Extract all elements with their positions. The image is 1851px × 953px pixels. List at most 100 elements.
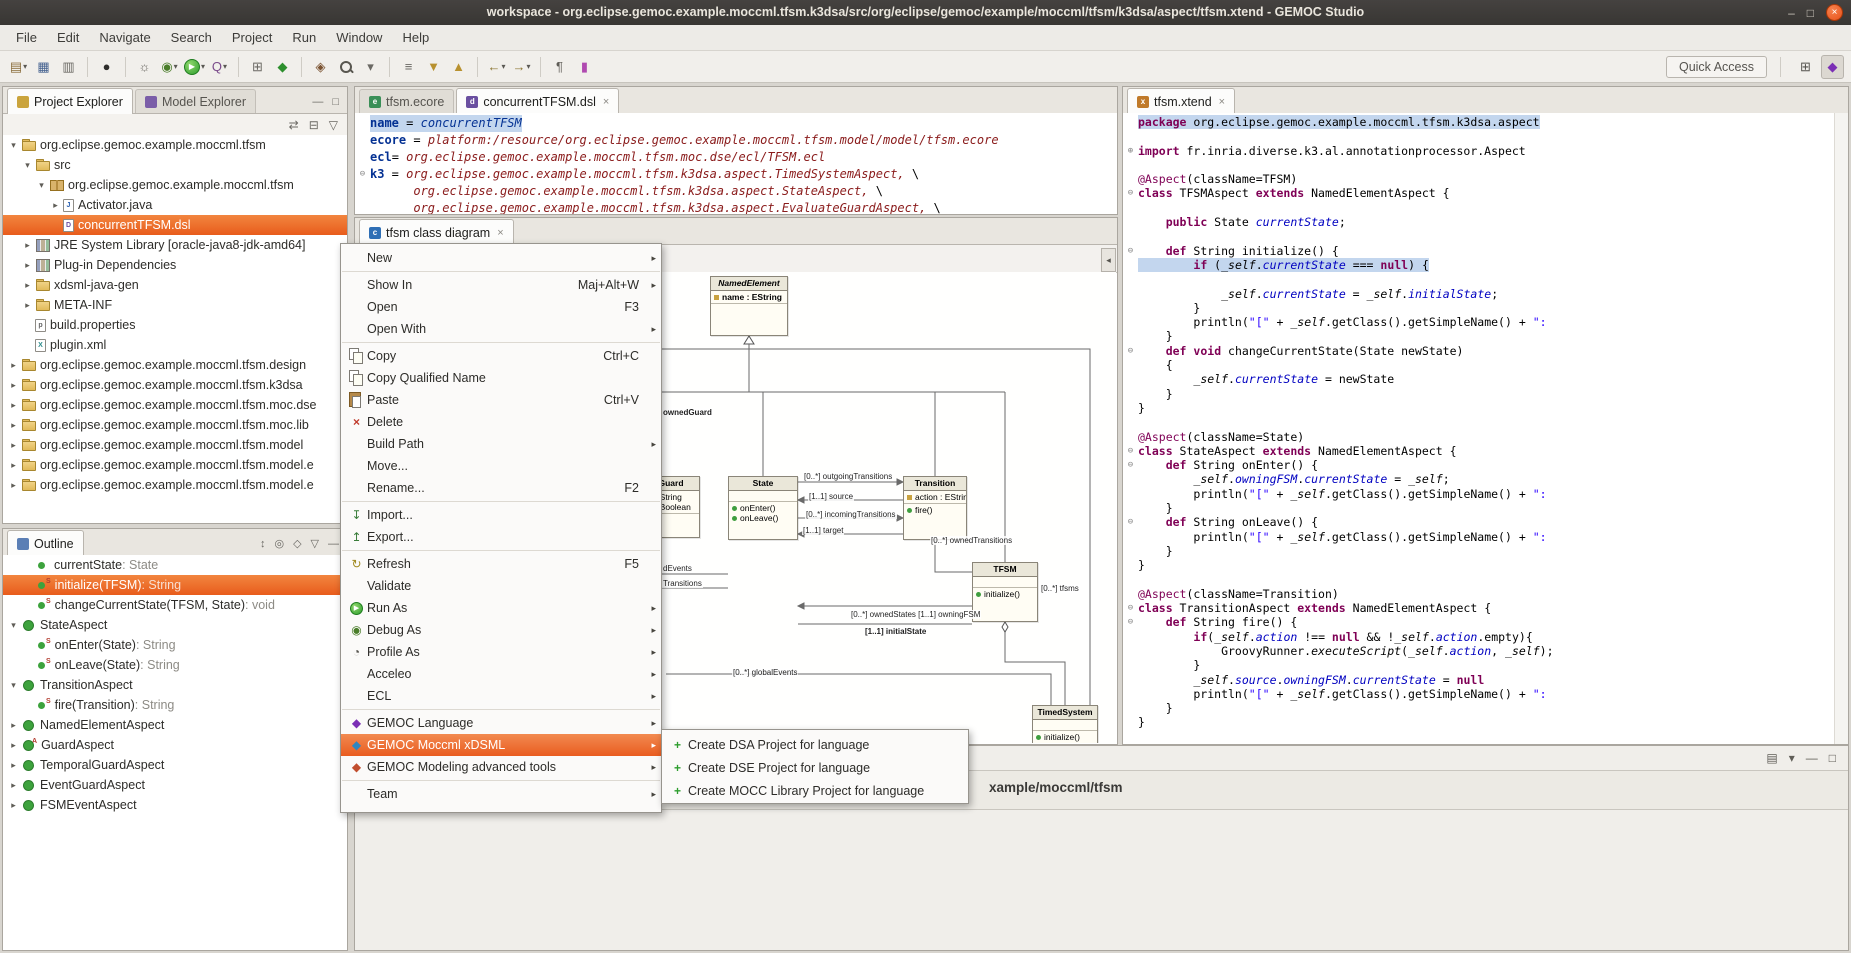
tree-item-org-eclipse-gemoc-example-moccml-tfsm-design[interactable]: ▸org.eclipse.gemoc.example.moccml.tfsm.d…	[3, 355, 347, 375]
hide-fields-icon[interactable]: ◎	[274, 537, 284, 550]
tab-tfsm-class-diagram[interactable]: ctfsm class diagram×	[359, 219, 514, 245]
menubar-item-navigate[interactable]: Navigate	[89, 25, 160, 50]
fold-minus-icon[interactable]: ⊖	[1123, 458, 1138, 472]
view-menu-icon[interactable]: ▽	[329, 118, 338, 132]
fold-minus-icon[interactable]: ⊖	[1123, 601, 1138, 615]
twistie-icon[interactable]: ▸	[21, 280, 34, 291]
tree-item-activator-java[interactable]: ▸JActivator.java	[3, 195, 347, 215]
menu-item-show-in[interactable]: Show InMaj+Alt+W▸	[341, 274, 661, 296]
tree-item-org-eclipse-gemoc-example-moccml-tfsm[interactable]: ▾org.eclipse.gemoc.example.moccml.tfsm	[3, 135, 347, 155]
new-java-project-button[interactable]: ⊞	[246, 55, 269, 79]
window-minimize-icon[interactable]: –	[1788, 4, 1795, 22]
project-explorer-tree[interactable]: ▾org.eclipse.gemoc.example.moccml.tfsm▾s…	[3, 135, 347, 523]
close-icon[interactable]: ×	[497, 227, 503, 239]
forward-button[interactable]: →▾	[510, 55, 533, 79]
twistie-icon[interactable]: ▾	[7, 680, 20, 691]
menu-item-open[interactable]: OpenF3	[341, 296, 661, 318]
tab-outline[interactable]: Outline	[7, 530, 84, 556]
twistie-icon[interactable]: ▸	[7, 400, 20, 411]
menu-item-gemoc-language[interactable]: ◆GEMOC Language▸	[341, 712, 661, 734]
outline-item-guardaspect[interactable]: ▸AGuardAspect	[3, 735, 347, 755]
menu-item-create-dse-project-for-language[interactable]: +Create DSE Project for language	[662, 756, 968, 779]
menubar-item-edit[interactable]: Edit	[47, 25, 89, 50]
menubar-item-window[interactable]: Window	[326, 25, 392, 50]
menu-item-build-path[interactable]: Build Path▸	[341, 433, 661, 455]
collapse-all-icon[interactable]: ⊟	[309, 118, 319, 132]
outline-item-fire-transition[interactable]: Sfire(Transition) : String	[3, 695, 347, 715]
tree-item-plugin-xml[interactable]: Xplugin.xml	[3, 335, 347, 355]
twistie-icon[interactable]: ▸	[7, 800, 20, 811]
bottom-doc-icon[interactable]: ▤	[1766, 751, 1777, 765]
node-namedelement[interactable]: NamedElementname : EString	[710, 276, 788, 336]
tab-tfsm-ecore[interactable]: etfsm.ecore	[359, 89, 454, 113]
twistie-icon[interactable]: ▾	[7, 140, 20, 151]
close-icon[interactable]: ×	[603, 96, 609, 108]
fold-minus-icon[interactable]: ⊖	[1123, 344, 1138, 358]
debug-button[interactable]: ◉▾	[158, 55, 181, 79]
hide-static-icon[interactable]: ◇	[293, 537, 301, 550]
gemoc-perspective-button[interactable]: ◆	[1821, 55, 1844, 79]
twistie-icon[interactable]: ▸	[7, 760, 20, 771]
twistie-icon[interactable]: ▸	[21, 300, 34, 311]
outline-item-fsmeventaspect[interactable]: ▸FSMEventAspect	[3, 795, 347, 815]
outline-item-changecurrentstate-tfsm-state[interactable]: SchangeCurrentState(TFSM, State) : void	[3, 595, 347, 615]
menu-item-rename[interactable]: Rename...F2	[341, 477, 661, 499]
twistie-icon[interactable]: ▸	[7, 360, 20, 371]
outline-item-currentstate[interactable]: currentState : State	[3, 555, 347, 575]
menubar-item-file[interactable]: File	[6, 25, 47, 50]
palette-toggle-icon[interactable]: ◂	[1101, 248, 1116, 272]
twistie-icon[interactable]: ▾	[7, 620, 20, 631]
menu-item-ecl[interactable]: ECL▸	[341, 685, 661, 707]
back-button[interactable]: ←▾	[485, 55, 508, 79]
menu-item-create-dsa-project-for-language[interactable]: +Create DSA Project for language	[662, 733, 968, 756]
tree-item-org-eclipse-gemoc-example-moccml-tfsm[interactable]: ▾org.eclipse.gemoc.example.moccml.tfsm	[3, 175, 347, 195]
menu-item-open-with[interactable]: Open With▸	[341, 318, 661, 340]
previous-annotation-button[interactable]: ▲	[447, 55, 470, 79]
tab-project-explorer[interactable]: Project Explorer	[7, 88, 133, 114]
xtend-editor[interactable]: package org.eclipse.gemoc.example.moccml…	[1123, 113, 1835, 744]
menu-item-acceleo[interactable]: Acceleo▸	[341, 663, 661, 685]
twistie-icon[interactable]: ▸	[21, 240, 34, 251]
outline-item-temporalguardaspect[interactable]: ▸TemporalGuardAspect	[3, 755, 347, 775]
open-plugin-artifact-button[interactable]: ◈	[309, 55, 332, 79]
menu-item-profile-as[interactable]: ◔Profile As▸	[341, 641, 661, 663]
tree-item-jre-system-library-oracle-java8-jdk-amd64[interactable]: ▸JRE System Library [oracle-java8-jdk-am…	[3, 235, 347, 255]
view-minimize-icon[interactable]: —	[328, 538, 339, 550]
fold-minus-icon[interactable]: ⊖	[1123, 186, 1138, 200]
menu-item-copy[interactable]: CopyCtrl+C	[341, 345, 661, 367]
twistie-icon[interactable]: ▾	[21, 160, 34, 171]
tree-item-plug-in-dependencies[interactable]: ▸Plug-in Dependencies	[3, 255, 347, 275]
menu-item-move[interactable]: Move...	[341, 455, 661, 477]
menu-item-copy-qualified-name[interactable]: Copy Qualified Name	[341, 367, 661, 389]
twistie-icon[interactable]: ▸	[7, 720, 20, 731]
node-transition[interactable]: Transitionaction : EStringfire()	[903, 476, 967, 540]
mark-occurrences-button[interactable]: ≡	[397, 55, 420, 79]
tab-tfsm-xtend[interactable]: xtfsm.xtend×	[1127, 88, 1235, 114]
outline-tree[interactable]: currentState : StateSinitialize(TFSM) : …	[3, 555, 347, 950]
user-profile-button[interactable]: ●	[95, 55, 118, 79]
menu-item-export[interactable]: ↥Export...	[341, 526, 661, 548]
bottom-minimize-icon[interactable]: —	[1806, 751, 1818, 765]
tree-item-xdsml-java-gen[interactable]: ▸xdsml-java-gen	[3, 275, 347, 295]
outline-item-initialize-tfsm[interactable]: Sinitialize(TFSM) : String	[3, 575, 347, 595]
twistie-icon[interactable]: ▸	[7, 380, 20, 391]
save-button[interactable]: ▦	[32, 55, 55, 79]
twistie-icon[interactable]: ▸	[7, 460, 20, 471]
tree-item-concurrenttfsm-dsl[interactable]: DconcurrentTFSM.dsl	[3, 215, 347, 235]
menu-item-team[interactable]: Team▸	[341, 783, 661, 805]
gemoc-engine-button[interactable]: ◆	[271, 55, 294, 79]
menubar-item-run[interactable]: Run	[282, 25, 326, 50]
outline-item-onenter-state[interactable]: SonEnter(State) : String	[3, 635, 347, 655]
twistie-icon[interactable]: ▸	[7, 740, 20, 751]
tree-item-org-eclipse-gemoc-example-moccml-tfsm-moc-dse[interactable]: ▸org.eclipse.gemoc.example.moccml.tfsm.m…	[3, 395, 347, 415]
view-menu-icon[interactable]: ▽	[311, 537, 319, 550]
menu-item-validate[interactable]: Validate	[341, 575, 661, 597]
view-minimize-icon[interactable]: —	[312, 96, 323, 108]
print-button[interactable]: ▥	[57, 55, 80, 79]
tree-item-src[interactable]: ▾src	[3, 155, 347, 175]
menu-item-create-mocc-library-project-for-language[interactable]: +Create MOCC Library Project for languag…	[662, 779, 968, 802]
window-close-icon[interactable]: ×	[1826, 4, 1843, 21]
fold-minus-icon[interactable]: ⊖	[1123, 444, 1138, 458]
open-perspective-button[interactable]: ⊞	[1794, 55, 1817, 79]
tree-item-meta-inf[interactable]: ▸META-INF	[3, 295, 347, 315]
